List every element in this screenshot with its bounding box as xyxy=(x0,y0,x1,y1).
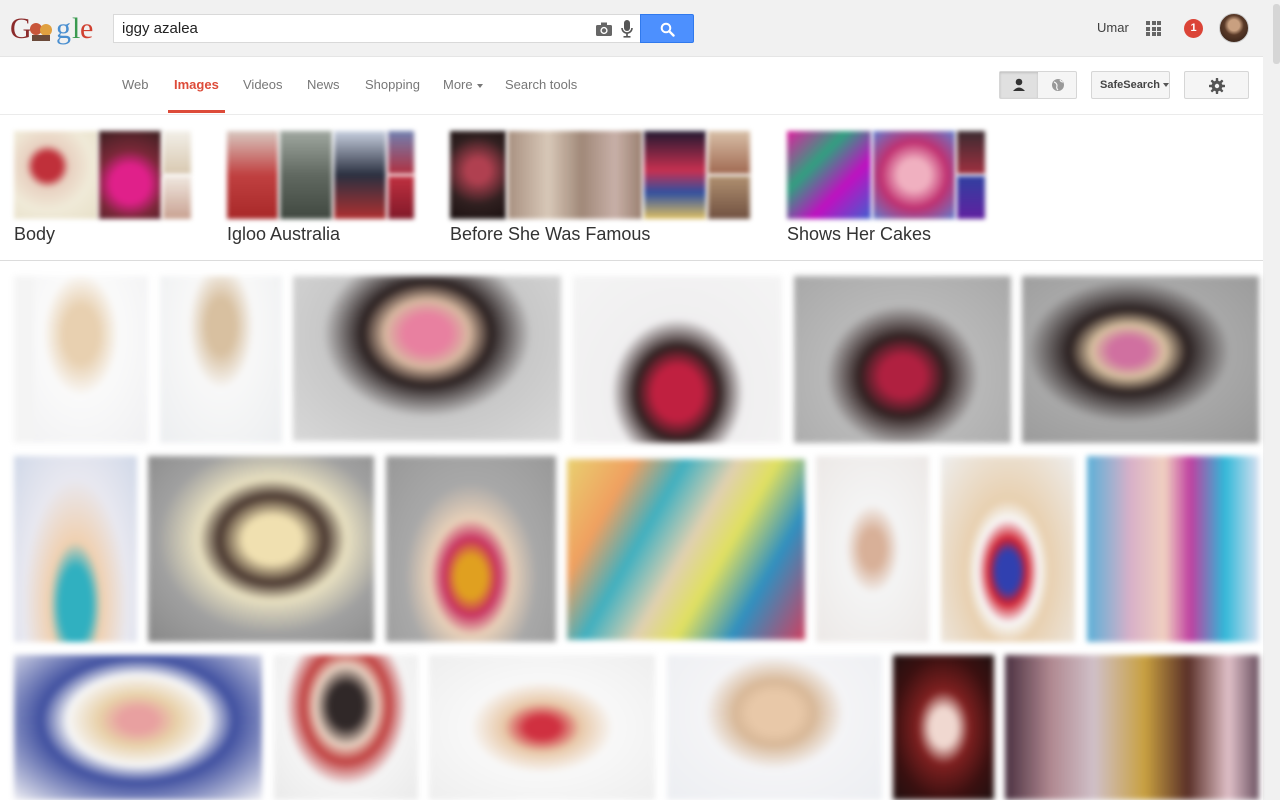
tab-images[interactable]: Images xyxy=(168,57,225,113)
thumbnail-image xyxy=(388,176,414,219)
tab-videos[interactable]: Videos xyxy=(243,57,283,113)
thumbnail-image xyxy=(508,131,642,219)
image-result[interactable] xyxy=(293,276,561,441)
image-result[interactable] xyxy=(148,456,374,642)
tab-more[interactable]: More xyxy=(443,57,483,113)
image-result[interactable] xyxy=(667,655,882,800)
thumbnail-image xyxy=(280,131,332,219)
doodle-icon xyxy=(30,23,52,41)
thumbnail-image xyxy=(873,131,955,219)
thumbnail-image xyxy=(14,131,98,219)
safesearch-label: SafeSearch xyxy=(1100,79,1160,91)
image-result[interactable] xyxy=(1022,276,1259,443)
related-search-shows-her-cakes[interactable]: Shows Her Cakes xyxy=(787,131,987,246)
thumbnail-image xyxy=(334,131,386,219)
related-thumbs xyxy=(787,131,987,219)
search-box xyxy=(113,14,640,43)
related-label: Body xyxy=(14,224,56,244)
related-label: Before She Was Famous xyxy=(450,224,651,244)
image-result[interactable] xyxy=(816,456,929,642)
person-icon xyxy=(1013,78,1025,91)
top-bar: G g l e Umar xyxy=(0,0,1280,57)
chevron-down-icon xyxy=(1162,83,1169,88)
global-results-button[interactable] xyxy=(1039,72,1077,98)
image-result[interactable] xyxy=(14,655,262,800)
thumbnail-image xyxy=(708,176,750,219)
image-result[interactable] xyxy=(14,456,137,642)
image-result[interactable] xyxy=(386,456,556,642)
image-result[interactable] xyxy=(14,276,148,443)
image-result[interactable] xyxy=(1005,655,1259,800)
related-search-body[interactable]: Body xyxy=(14,131,194,246)
search-input[interactable] xyxy=(122,15,582,42)
tab-more-label: More xyxy=(443,77,473,92)
thumbnail-image xyxy=(450,131,506,219)
thumbnail-image xyxy=(708,131,750,174)
related-label: Igloo Australia xyxy=(227,224,341,244)
related-label: Shows Her Cakes xyxy=(787,224,932,244)
related-thumbs xyxy=(227,131,417,219)
thumbnail-image xyxy=(388,131,414,174)
image-result[interactable] xyxy=(794,276,1011,443)
image-result[interactable] xyxy=(160,276,282,443)
apps-grid-icon[interactable] xyxy=(1146,21,1161,36)
thumbnail-image xyxy=(957,131,985,174)
mic-icon[interactable] xyxy=(620,19,634,39)
avatar[interactable] xyxy=(1219,13,1249,43)
related-thumbs xyxy=(14,131,194,219)
search-nav: Web Images Videos News Shopping More Sea… xyxy=(0,57,1263,115)
tab-search-tools[interactable]: Search tools xyxy=(505,57,577,113)
section-divider xyxy=(0,260,1263,261)
thumbnail-image xyxy=(163,176,191,219)
camera-icon[interactable] xyxy=(595,21,613,37)
image-result[interactable] xyxy=(941,456,1075,642)
safesearch-dropdown[interactable]: SafeSearch xyxy=(1091,71,1170,99)
tab-shopping[interactable]: Shopping xyxy=(365,57,420,113)
settings-button[interactable] xyxy=(1184,71,1249,99)
scrollbar-thumb[interactable] xyxy=(1273,4,1280,64)
thumbnail-image xyxy=(163,131,191,174)
related-search-before-she-was-famous[interactable]: Before She Was Famous xyxy=(450,131,752,246)
image-result[interactable] xyxy=(893,655,994,800)
globe-icon xyxy=(1052,79,1064,91)
image-result[interactable] xyxy=(573,276,782,443)
user-name-link[interactable]: Umar xyxy=(1097,20,1129,35)
tab-news[interactable]: News xyxy=(307,57,340,113)
gear-icon xyxy=(1209,78,1225,94)
search-button[interactable] xyxy=(640,14,694,43)
thumbnail-image xyxy=(957,176,985,219)
chevron-down-icon xyxy=(476,83,483,88)
thumbnail-image xyxy=(644,131,706,219)
image-result[interactable] xyxy=(429,655,655,800)
image-result[interactable] xyxy=(274,655,418,800)
notification-badge[interactable]: 1 xyxy=(1184,19,1203,38)
search-icon xyxy=(660,22,675,37)
thumbnail-image xyxy=(227,131,278,219)
google-logo[interactable]: G g l e xyxy=(10,11,98,47)
image-result[interactable] xyxy=(567,459,805,640)
results-toggle xyxy=(999,71,1077,99)
related-search-igloo-australia[interactable]: Igloo Australia xyxy=(227,131,417,246)
image-result[interactable] xyxy=(1087,456,1259,642)
thumbnail-image xyxy=(787,131,871,219)
thumbnail-image xyxy=(99,131,161,219)
tab-web[interactable]: Web xyxy=(122,57,149,113)
personal-results-button[interactable] xyxy=(1000,72,1038,98)
scrollbar-track[interactable] xyxy=(1263,0,1280,800)
related-thumbs xyxy=(450,131,752,219)
